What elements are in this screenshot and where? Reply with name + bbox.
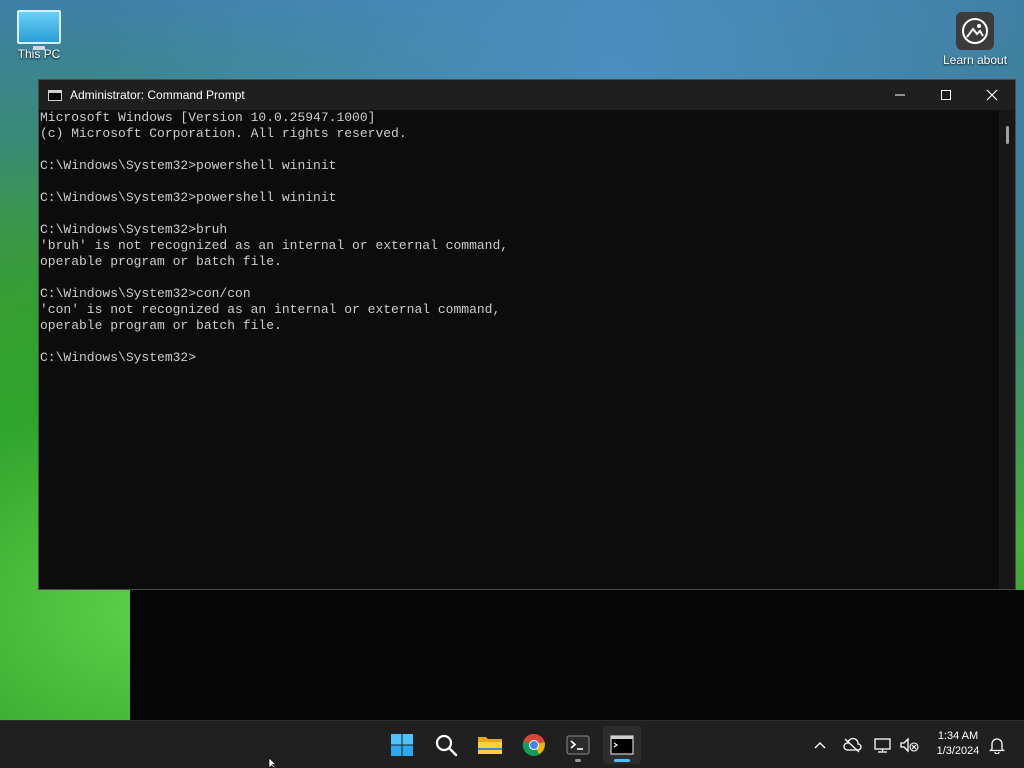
command-prompt-taskbar-button[interactable]: [603, 726, 641, 764]
clock-button[interactable]: 1:34 AM 1/3/2024: [926, 729, 990, 759]
desktop-icon-learn-about[interactable]: Learn about: [937, 12, 1013, 67]
window-titlebar[interactable]: Administrator: Command Prompt: [39, 80, 1015, 110]
console-line: C:\Windows\System32>bruh: [40, 222, 228, 237]
console-line: 'bruh' is not recognized as an internal …: [40, 238, 509, 253]
cloud-offline-icon: [843, 737, 862, 753]
file-explorer-button[interactable]: [471, 726, 509, 764]
desktop-icon-label: Learn about: [942, 53, 1008, 67]
close-button[interactable]: [969, 80, 1015, 110]
console-line: C:\Windows\System32>con/con: [40, 286, 251, 301]
close-icon: [986, 89, 998, 101]
windows-start-icon: [391, 734, 413, 756]
command-prompt-window[interactable]: Administrator: Command Prompt Microsoft …: [38, 79, 1016, 590]
desktop-black-area: [130, 590, 1024, 720]
bell-icon: [989, 738, 1005, 754]
mouse-cursor-icon: [268, 758, 277, 768]
desktop-icon-this-pc[interactable]: This PC: [1, 10, 77, 61]
console-line: operable program or batch file.: [40, 254, 282, 269]
notifications-button[interactable]: [987, 735, 1007, 755]
chrome-button[interactable]: [515, 726, 553, 764]
onedrive-button[interactable]: [842, 735, 862, 755]
this-pc-icon: [17, 10, 61, 50]
scrollbar-thumb[interactable]: [1006, 126, 1009, 144]
console-line: C:\Windows\System32>powershell wininit: [40, 190, 337, 205]
taskbar: 1:34 AM 1/3/2024: [0, 720, 1024, 768]
app-active-indicator: [614, 759, 630, 762]
console-output[interactable]: Microsoft Windows [Version 10.0.25947.10…: [39, 110, 999, 589]
clock-date: 1/3/2024: [936, 745, 980, 757]
console-line: operable program or batch file.: [40, 318, 282, 333]
search-button[interactable]: [427, 726, 465, 764]
console-line: 'con' is not recognized as an internal o…: [40, 302, 501, 317]
maximize-icon: [941, 90, 951, 100]
app-running-indicator: [575, 759, 581, 762]
search-icon: [435, 734, 458, 757]
learn-about-picture-icon: [956, 12, 994, 50]
clock-time: 1:34 AM: [937, 730, 979, 742]
command-prompt-icon: [610, 735, 634, 755]
terminal-icon: [566, 735, 590, 755]
volume-muted-icon: [900, 737, 919, 753]
command-prompt-icon: [48, 89, 62, 101]
network-icon: [874, 738, 891, 753]
volume-button[interactable]: [899, 735, 919, 755]
minimize-button[interactable]: [877, 80, 923, 110]
console-line: C:\Windows\System32>powershell wininit: [40, 158, 337, 173]
maximize-button[interactable]: [923, 80, 969, 110]
file-explorer-icon: [478, 737, 502, 754]
console-line: (c) Microsoft Corporation. All rights re…: [40, 126, 407, 141]
console-prompt-line[interactable]: C:\Windows\System32>: [40, 350, 998, 366]
start-button[interactable]: [383, 726, 421, 764]
vertical-scrollbar[interactable]: [999, 110, 1015, 589]
show-hidden-icons-button[interactable]: [810, 735, 830, 755]
chrome-icon: [522, 733, 545, 756]
network-button[interactable]: [873, 735, 893, 755]
minimize-icon: [895, 94, 905, 96]
chevron-up-icon: [814, 742, 826, 749]
window-title: Administrator: Command Prompt: [70, 88, 245, 102]
console-line: Microsoft Windows [Version 10.0.25947.10…: [40, 110, 376, 125]
terminal-button[interactable]: [559, 726, 597, 764]
